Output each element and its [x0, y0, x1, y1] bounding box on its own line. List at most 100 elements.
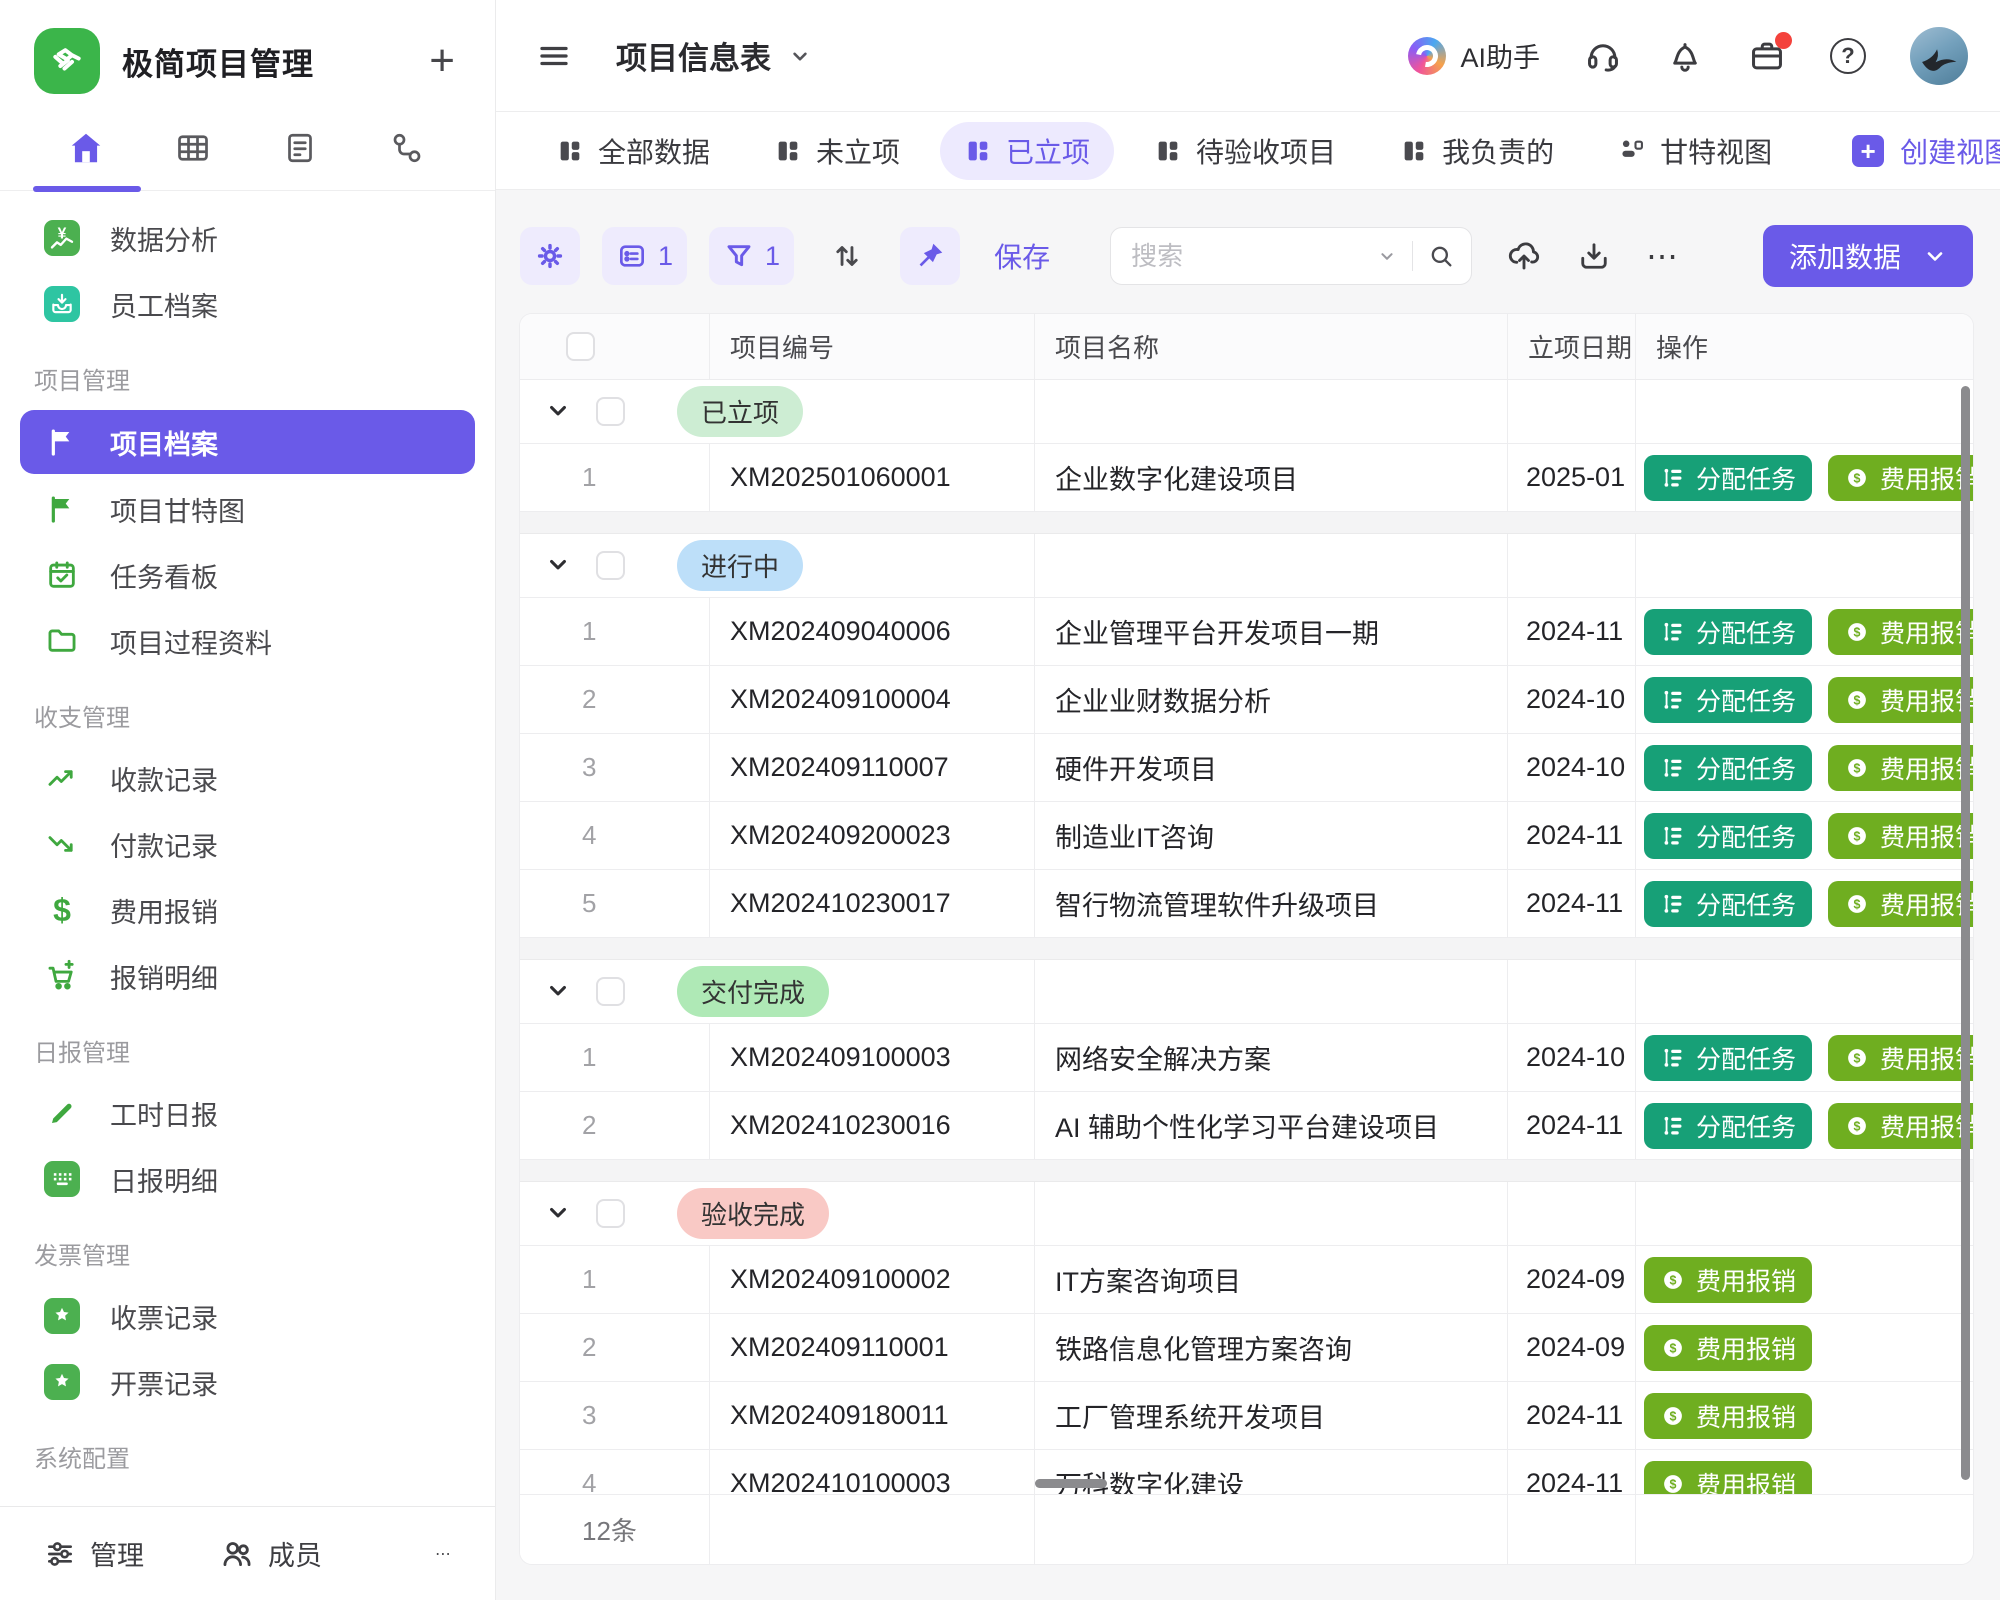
sidebar-item-数据分析[interactable]: ¥数据分析: [0, 205, 495, 271]
document-tab-icon[interactable]: [280, 128, 320, 168]
project-name-cell[interactable]: 企业管理平台开发项目一期: [1035, 598, 1508, 665]
add-app-button[interactable]: +: [429, 41, 455, 81]
group-checkbox[interactable]: [596, 551, 625, 580]
expense-report-button[interactable]: $费用报销: [1644, 1325, 1812, 1371]
project-code-cell[interactable]: XM202409040006: [710, 598, 1035, 665]
more-options-icon[interactable]: ⋯: [1646, 251, 1681, 261]
assign-task-button[interactable]: 分配任务: [1644, 609, 1812, 655]
pin-button[interactable]: [900, 227, 960, 285]
filter-button[interactable]: 1: [709, 227, 794, 285]
group-collapse-chevron-icon[interactable]: [544, 551, 574, 581]
expense-report-button[interactable]: $费用报销: [1828, 609, 1973, 655]
project-code-cell[interactable]: XM202409100002: [710, 1246, 1035, 1313]
project-date-cell[interactable]: 2025-01: [1508, 444, 1636, 511]
search-icon[interactable]: [1427, 242, 1455, 270]
view-tab-未立项[interactable]: 未立项: [750, 122, 924, 180]
select-all-checkbox[interactable]: [566, 332, 595, 361]
expense-report-button[interactable]: $费用报销: [1828, 1035, 1973, 1081]
project-name-cell[interactable]: 企业数字化建设项目: [1035, 444, 1508, 511]
members-button[interactable]: 成员: [220, 1534, 322, 1573]
expense-report-button[interactable]: $费用报销: [1828, 455, 1973, 501]
assign-task-button[interactable]: 分配任务: [1644, 881, 1812, 927]
project-name-cell[interactable]: IT方案咨询项目: [1035, 1246, 1508, 1313]
search-chevron-down-icon[interactable]: [1376, 245, 1398, 267]
group-collapse-chevron-icon[interactable]: [544, 397, 574, 427]
project-code-cell[interactable]: XM202409180011: [710, 1382, 1035, 1449]
sidebar-item-工时日报[interactable]: 工时日报: [0, 1080, 495, 1146]
project-code-cell[interactable]: XM202409110001: [710, 1314, 1035, 1381]
view-tab-全部数据[interactable]: 全部数据: [532, 122, 734, 180]
project-date-cell[interactable]: 2024-09: [1508, 1246, 1636, 1313]
expense-report-button[interactable]: $费用报销: [1644, 1461, 1812, 1495]
project-date-cell[interactable]: 2024-11: [1508, 1382, 1636, 1449]
expense-report-button[interactable]: $费用报销: [1644, 1257, 1812, 1303]
project-code-cell[interactable]: XM202410230017: [710, 870, 1035, 937]
sidebar-item-付款记录[interactable]: 付款记录: [0, 811, 495, 877]
project-name-cell[interactable]: 万科数字化建设: [1035, 1450, 1508, 1494]
import-upload-icon[interactable]: [1506, 238, 1542, 274]
table-row[interactable]: 2 XM202409110001 铁路信息化管理方案咨询 2024-09 $费用…: [520, 1314, 1973, 1382]
sidebar-item-任务看板[interactable]: 任务看板: [0, 542, 495, 608]
table-row[interactable]: 3 XM202409180011 工厂管理系统开发项目 2024-11 $费用报…: [520, 1382, 1973, 1450]
project-name-cell[interactable]: 铁路信息化管理方案咨询: [1035, 1314, 1508, 1381]
group-collapse-chevron-icon[interactable]: [544, 977, 574, 1007]
project-name-cell[interactable]: 网络安全解决方案: [1035, 1024, 1508, 1091]
expense-report-button[interactable]: $费用报销: [1828, 745, 1973, 791]
table-row[interactable]: 1 XM202501060001 企业数字化建设项目 2025-01 分配任务$…: [520, 444, 1973, 512]
column-header-actions[interactable]: 操作: [1636, 314, 1973, 379]
create-view-button[interactable]: + 创建视图: [1852, 131, 2000, 171]
assign-task-button[interactable]: 分配任务: [1644, 455, 1812, 501]
group-checkbox[interactable]: [596, 1199, 625, 1228]
table-row[interactable]: 5 XM202410230017 智行物流管理软件升级项目 2024-11 分配…: [520, 870, 1973, 938]
project-code-cell[interactable]: XM202410100003: [710, 1450, 1035, 1494]
add-data-button[interactable]: 添加数据: [1763, 225, 1973, 287]
assign-task-button[interactable]: 分配任务: [1644, 813, 1812, 859]
sidebar-item-费用报销[interactable]: $费用报销: [0, 877, 495, 943]
view-tab-待验收项目[interactable]: 待验收项目: [1130, 122, 1360, 180]
project-name-cell[interactable]: 硬件开发项目: [1035, 734, 1508, 801]
project-name-cell[interactable]: 工厂管理系统开发项目: [1035, 1382, 1508, 1449]
column-header-code[interactable]: 项目编号: [710, 314, 1035, 379]
sidebar-item-项目档案[interactable]: 项目档案: [20, 410, 475, 474]
sidebar-item-收款记录[interactable]: 收款记录: [0, 745, 495, 811]
project-date-cell[interactable]: 2024-11: [1508, 1092, 1636, 1159]
sidebar-item-项目过程资料[interactable]: 项目过程资料: [0, 608, 495, 674]
project-code-cell[interactable]: XM202409100004: [710, 666, 1035, 733]
project-code-cell[interactable]: XM202409100003: [710, 1024, 1035, 1091]
view-tab-甘特视图[interactable]: 甘特视图: [1594, 122, 1796, 180]
project-date-cell[interactable]: 2024-10: [1508, 666, 1636, 733]
column-header-date[interactable]: 立项日期: [1508, 314, 1636, 379]
project-date-cell[interactable]: 2024-11: [1508, 802, 1636, 869]
assign-task-button[interactable]: 分配任务: [1644, 1103, 1812, 1149]
column-header-name[interactable]: 项目名称: [1035, 314, 1508, 379]
project-date-cell[interactable]: 2024-10: [1508, 1024, 1636, 1091]
view-tab-我负责的[interactable]: 我负责的: [1376, 122, 1578, 180]
sidebar-item-开票记录[interactable]: 开票记录: [0, 1349, 495, 1415]
expense-report-button[interactable]: $费用报销: [1828, 881, 1973, 927]
ai-assistant-button[interactable]: AI助手: [1408, 36, 1540, 75]
project-code-cell[interactable]: XM202410230016: [710, 1092, 1035, 1159]
group-checkbox[interactable]: [596, 977, 625, 1006]
field-config-button[interactable]: 1: [602, 227, 687, 285]
title-chevron-down-icon[interactable]: [787, 43, 813, 69]
expense-report-button[interactable]: $费用报销: [1828, 677, 1973, 723]
group-checkbox[interactable]: [596, 397, 625, 426]
notification-bell-icon[interactable]: [1666, 37, 1704, 75]
group-collapse-chevron-icon[interactable]: [544, 1199, 574, 1229]
hamburger-menu-icon[interactable]: [536, 38, 572, 74]
table-row[interactable]: 4 XM202409200023 制造业IT咨询 2024-11 分配任务$费用…: [520, 802, 1973, 870]
project-code-cell[interactable]: XM202409200023: [710, 802, 1035, 869]
sidebar-item-收票记录[interactable]: 收票记录: [0, 1283, 495, 1349]
table-row[interactable]: 2 XM202410230016 AI 辅助个性化学习平台建设项目 2024-1…: [520, 1092, 1973, 1160]
sort-button[interactable]: [816, 227, 878, 285]
expense-report-button[interactable]: $费用报销: [1828, 813, 1973, 859]
project-name-cell[interactable]: 企业业财数据分析: [1035, 666, 1508, 733]
workflow-tab-icon[interactable]: [387, 128, 427, 168]
export-download-icon[interactable]: [1576, 238, 1612, 274]
table-row[interactable]: 3 XM202409110007 硬件开发项目 2024-10 分配任务$费用报…: [520, 734, 1973, 802]
assign-task-button[interactable]: 分配任务: [1644, 745, 1812, 791]
project-date-cell[interactable]: 2024-11: [1508, 870, 1636, 937]
sidebar-item-员工档案[interactable]: 员工档案: [0, 271, 495, 337]
sidebar-more-button[interactable]: ⋯: [435, 1544, 451, 1564]
project-date-cell[interactable]: 2024-11: [1508, 598, 1636, 665]
